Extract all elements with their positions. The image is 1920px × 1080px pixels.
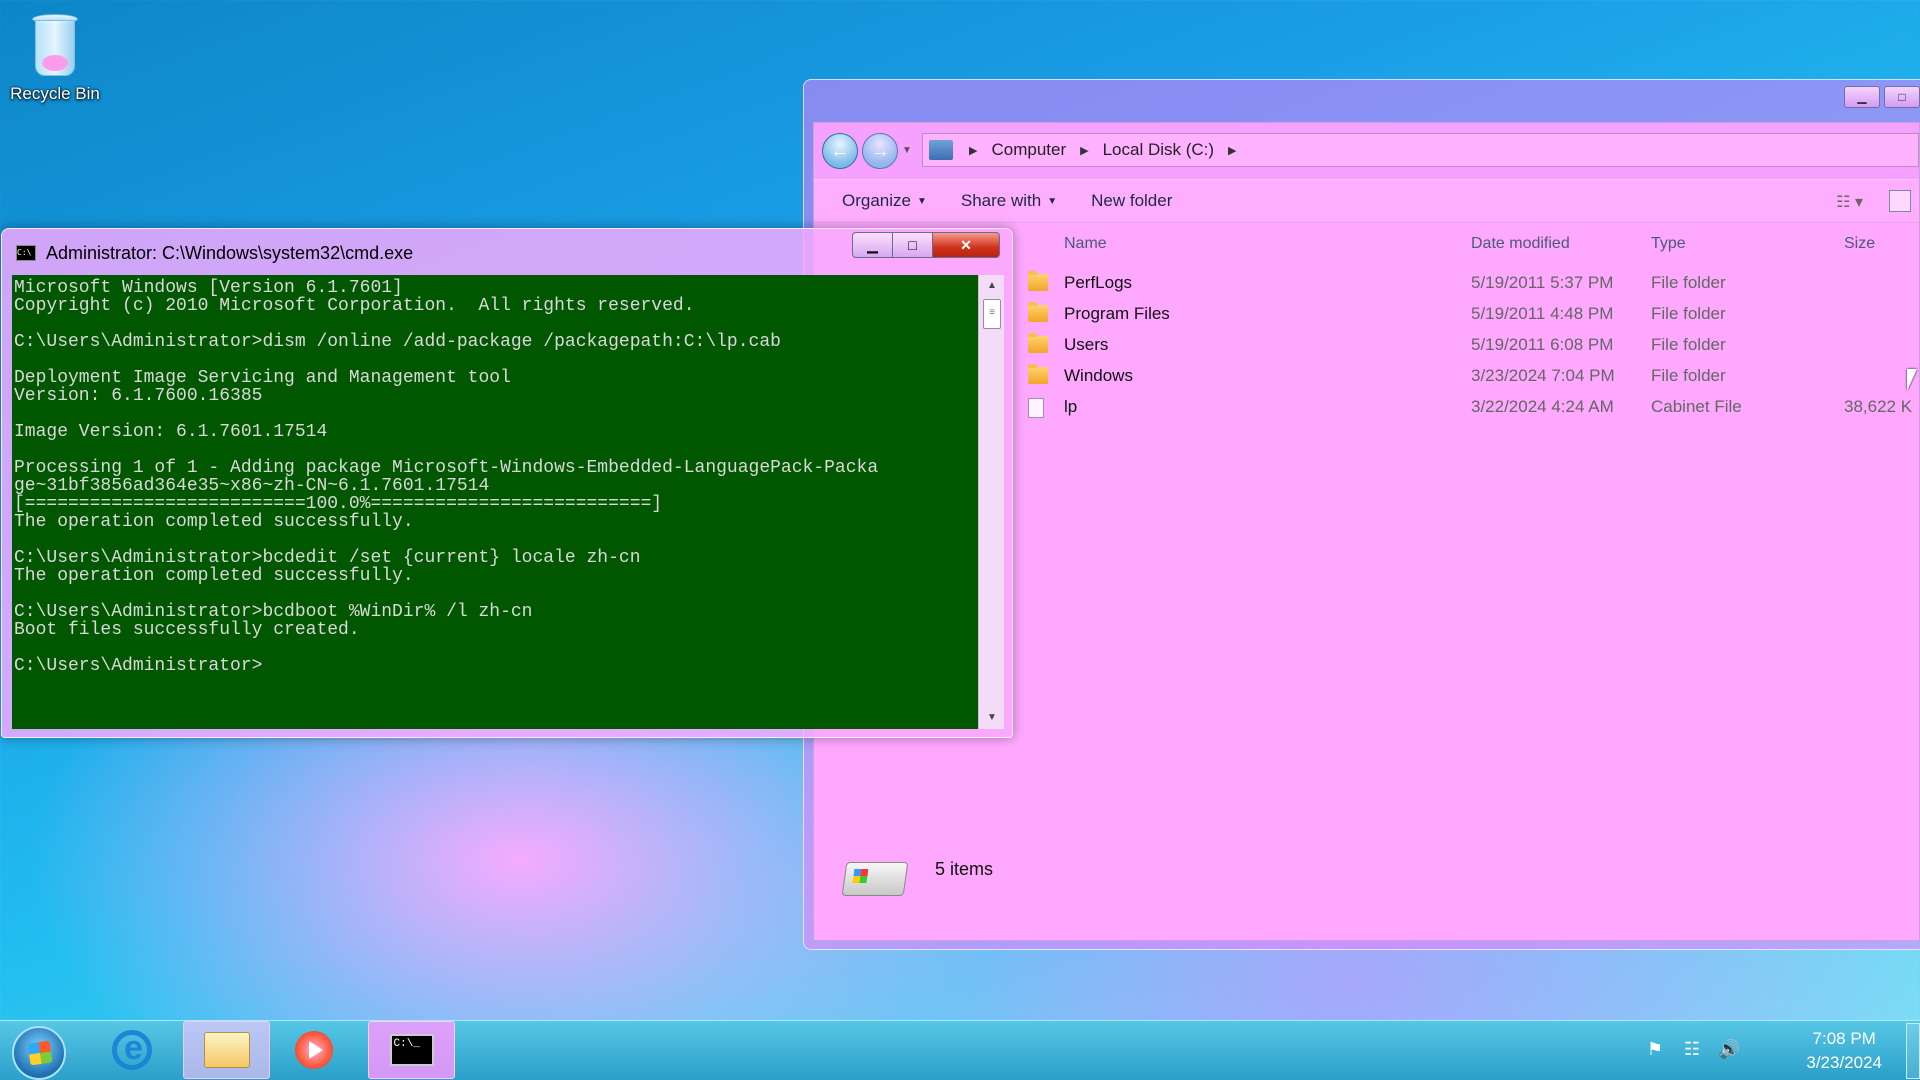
share-with-label: Share with: [960, 191, 1042, 210]
file-size: 38,622 K: [1844, 397, 1913, 416]
start-button[interactable]: [12, 1026, 66, 1080]
column-header-type[interactable]: Type: [1651, 235, 1686, 253]
clock[interactable]: 7:08 PM 3/23/2024: [1806, 1027, 1882, 1075]
file-date: 3/22/2024 4:24 AM: [1471, 397, 1614, 416]
minimize-button[interactable]: ▁: [1844, 86, 1880, 108]
file-type: File folder: [1651, 366, 1726, 385]
file-name: PerfLogs: [1064, 273, 1133, 292]
scroll-up-icon[interactable]: ▲: [979, 275, 1005, 297]
taskbar-command-prompt[interactable]: C:\_: [368, 1021, 455, 1079]
network-icon[interactable]: ☷: [1681, 1039, 1703, 1061]
volume-icon[interactable]: 🔊: [1718, 1039, 1740, 1061]
chevron-down-icon: ▼: [916, 195, 927, 207]
breadcrumb-computer[interactable]: Computer: [991, 140, 1066, 160]
desktop-icon-label: Recycle Bin: [10, 84, 100, 103]
chevron-down-icon: ▼: [1047, 195, 1058, 207]
clock-time: 7:08 PM: [1812, 1029, 1876, 1048]
back-button[interactable]: ←: [822, 133, 858, 169]
recycle-bin-icon: [28, 12, 82, 78]
minimize-button[interactable]: ▁: [852, 232, 892, 258]
address-bar[interactable]: ▶ Computer ▶ Local Disk (C:) ▶: [922, 133, 1919, 167]
mouse-cursor-icon: [1907, 369, 1917, 391]
breadcrumb-local-disk[interactable]: Local Disk (C:): [1103, 140, 1214, 160]
desktop-icon-recycle-bin[interactable]: Recycle Bin: [6, 12, 104, 104]
windows-explorer-icon: [203, 1032, 250, 1068]
maximize-button[interactable]: □: [1884, 86, 1920, 108]
column-header-date[interactable]: Date modified: [1471, 235, 1570, 253]
file-date: 5/19/2011 4:48 PM: [1471, 304, 1614, 323]
organize-button[interactable]: Organize ▼: [842, 191, 927, 211]
new-folder-button[interactable]: New folder: [1091, 191, 1172, 211]
computer-icon: [929, 140, 953, 160]
forward-button[interactable]: →: [862, 133, 898, 169]
file-type: File folder: [1651, 304, 1726, 323]
chevron-right-icon[interactable]: ▶: [1080, 144, 1088, 157]
folder-icon: [1028, 302, 1048, 322]
console-output-area[interactable]: Microsoft Windows [Version 6.1.7601] Cop…: [12, 275, 978, 729]
folder-icon: [1028, 333, 1048, 353]
item-count: 5 items: [935, 859, 994, 879]
file-type: File folder: [1651, 335, 1726, 354]
media-player-icon: [295, 1031, 333, 1069]
file-name: lp: [1064, 397, 1078, 416]
chevron-right-icon[interactable]: ▶: [969, 144, 977, 157]
folder-icon: [1028, 364, 1048, 384]
file-name: Users: [1064, 335, 1109, 354]
internet-explorer-icon: [112, 1029, 152, 1070]
clock-date: 3/23/2024: [1806, 1053, 1882, 1072]
file-date: 3/23/2024 7:04 PM: [1471, 366, 1615, 385]
file-type: Cabinet File: [1651, 397, 1742, 416]
recent-pages-dropdown[interactable]: ▼: [902, 145, 912, 156]
column-header-name[interactable]: Name: [1064, 235, 1107, 253]
taskbar: C:\_ ⚑ ☷ 🔊 7:08 PM 3/23/2024: [0, 1020, 1920, 1080]
chevron-right-icon[interactable]: ▶: [1228, 144, 1236, 157]
action-center-flag-icon[interactable]: ⚑: [1644, 1039, 1666, 1061]
file-date: 5/19/2011 5:37 PM: [1471, 273, 1614, 292]
organize-label: Organize: [842, 191, 911, 210]
cmd-window: C:\ Administrator: C:\Windows\system32\c…: [1, 228, 1013, 738]
cabinet-file-icon: [1028, 398, 1044, 418]
file-date: 5/19/2011 6:08 PM: [1471, 335, 1614, 354]
cmd-title-bar[interactable]: C:\ Administrator: C:\Windows\system32\c…: [2, 229, 1012, 275]
show-desktop-button[interactable]: [1906, 1023, 1920, 1079]
taskbar-windows-explorer[interactable]: [183, 1021, 270, 1079]
maximize-button[interactable]: □: [892, 232, 932, 258]
explorer-caption-buttons: ▁ □: [1840, 86, 1920, 108]
cmd-caption-buttons: ▁ □ ✕: [852, 232, 1000, 258]
vertical-scrollbar[interactable]: ▲ ≡ ▼: [978, 275, 1004, 729]
folder-icon: [1028, 271, 1048, 291]
address-row: ← → ▼ ▶ Computer ▶ Local Disk (C:) ▶: [814, 123, 1919, 179]
scroll-down-icon[interactable]: ▼: [979, 707, 1005, 729]
share-with-button[interactable]: Share with ▼: [961, 191, 1057, 211]
cmd-title: Administrator: C:\Windows\system32\cmd.e…: [46, 243, 414, 263]
file-type: File folder: [1651, 273, 1726, 292]
preview-pane-icon[interactable]: [1889, 190, 1911, 212]
command-bar: Organize ▼ Share with ▼ New folder ☷ ▾: [814, 179, 1919, 223]
command-prompt-icon: C:\_: [389, 1034, 434, 1066]
column-header-size[interactable]: Size: [1844, 235, 1875, 253]
file-name: Windows: [1064, 366, 1133, 385]
taskbar-media-player[interactable]: [284, 1021, 344, 1079]
change-view-icon[interactable]: ☷ ▾: [1836, 192, 1863, 212]
drive-icon: [841, 862, 909, 896]
details-pane: 5 items: [814, 830, 1919, 940]
file-name: Program Files: [1064, 304, 1170, 323]
close-button[interactable]: ✕: [932, 232, 1000, 258]
taskbar-internet-explorer[interactable]: [102, 1021, 162, 1079]
scroll-thumb[interactable]: ≡: [983, 299, 1001, 329]
cmd-icon[interactable]: C:\: [16, 245, 36, 261]
console-text: Microsoft Windows [Version 6.1.7601] Cop…: [14, 278, 879, 676]
